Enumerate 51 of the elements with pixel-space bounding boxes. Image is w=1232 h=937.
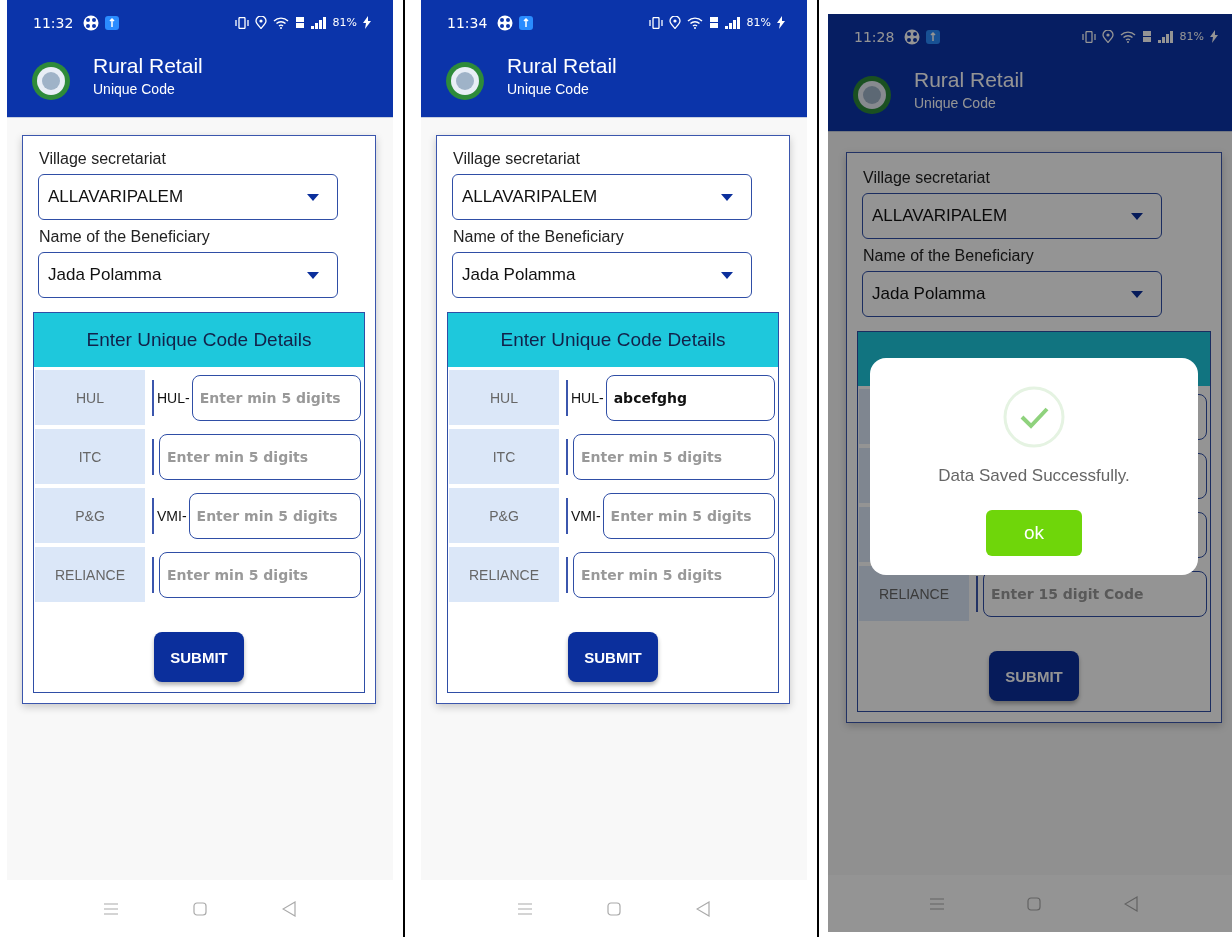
field-label: Name of the Beneficiary (39, 228, 211, 246)
input-field[interactable]: Enter min 5 digits (159, 551, 361, 598)
status-time: 11:32 (33, 14, 74, 31)
input-field[interactable]: Enter min 5 digits (602, 492, 775, 539)
code-prefix: VMI- (571, 507, 601, 524)
status-time: 11:34 (447, 14, 488, 31)
app-title: Rural Retail (507, 53, 617, 78)
code-prefix: VMI- (157, 507, 187, 524)
app-subtitle: Unique Code (914, 94, 997, 111)
dropdown[interactable]: ALLAVARIPALEM (862, 193, 1162, 239)
battery-level: 81% (1179, 30, 1204, 43)
dropdown[interactable]: Jada Polamma (38, 252, 338, 298)
submit-button[interactable]: SUBMIT (568, 632, 658, 682)
input-field[interactable]: Enter min 5 digits (573, 433, 775, 480)
field-label: Village secretariat (453, 150, 581, 168)
field-label: Name of the Beneficiary (453, 228, 625, 246)
company-label: ITC (492, 448, 516, 465)
dropdown[interactable]: ALLAVARIPALEM (452, 174, 752, 220)
field-label: Name of the Beneficiary (863, 247, 1035, 265)
company-label: RELIANCE (469, 566, 539, 583)
battery-level: 81% (332, 16, 357, 29)
company-label: P&G (75, 507, 105, 524)
field-label: Village secretariat (39, 150, 167, 168)
panel-title: Enter Unique Code Details (500, 329, 726, 351)
battery-level: 81% (746, 16, 771, 29)
panel-title: Enter Unique Code Details (86, 329, 312, 351)
submit-button[interactable]: SUBMIT (989, 651, 1079, 701)
code-prefix: HUL- (571, 389, 604, 406)
app-subtitle: Unique Code (93, 80, 176, 97)
status-time: 11:28 (854, 28, 895, 45)
input-field[interactable]: abcefghg (605, 374, 775, 421)
input-field[interactable]: Enter min 5 digits (573, 551, 775, 598)
dropdown[interactable]: Jada Polamma (452, 252, 752, 298)
company-label: HUL (76, 389, 104, 406)
company-label: RELIANCE (55, 566, 125, 583)
field-label: Village secretariat (863, 169, 991, 187)
input-field[interactable]: Enter min 5 digits (188, 492, 361, 539)
input-field[interactable]: Enter min 5 digits (159, 433, 361, 480)
company-label: P&G (489, 507, 519, 524)
company-label: RELIANCE (879, 585, 949, 602)
dropdown[interactable]: Jada Polamma (862, 271, 1162, 317)
app-subtitle: Unique Code (507, 80, 590, 97)
dialog-message: Data Saved Successfully. (938, 466, 1130, 486)
dropdown[interactable]: ALLAVARIPALEM (38, 174, 338, 220)
company-label: ITC (78, 448, 102, 465)
app-title: Rural Retail (914, 67, 1024, 92)
company-label: HUL (490, 389, 518, 406)
code-prefix: HUL- (157, 389, 190, 406)
input-field[interactable]: Enter min 5 digits (191, 374, 361, 421)
submit-button[interactable]: SUBMIT (154, 632, 244, 682)
app-title: Rural Retail (93, 53, 203, 78)
